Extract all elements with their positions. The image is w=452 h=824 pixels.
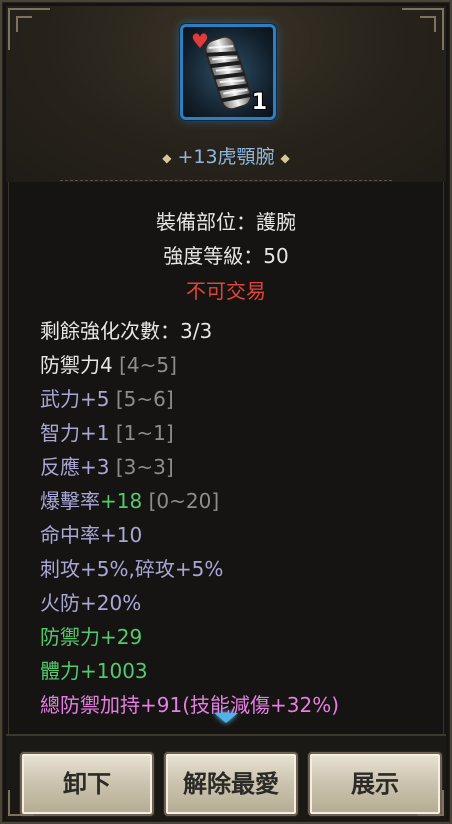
- stat-text: 剩餘強化次數：3/3: [40, 319, 213, 343]
- stat-text: 武力+5: [40, 387, 110, 411]
- stat-line: 剩餘強化次數：3/3: [40, 315, 212, 344]
- stat-text: 刺攻+5%,碎攻+5%: [40, 557, 224, 581]
- grade-level-text: 強度等級：50: [163, 244, 289, 268]
- equip-slot-text: 裝備部位：護腕: [156, 210, 296, 234]
- untradeable-text: 不可交易: [186, 279, 266, 303]
- item-name: +13虎顎腕: [177, 146, 275, 168]
- stat-line: 智力+1 [1~1]: [40, 417, 174, 446]
- item-icon-slot[interactable]: ♥ 1: [180, 24, 276, 120]
- stat-line: 防禦力4 [4~5]: [40, 349, 177, 378]
- stat-range: [1~1]: [115, 421, 174, 445]
- stat-line: 體力+1003: [40, 655, 148, 684]
- frame-corner-ornament: [8, 8, 50, 50]
- stat-bonus: +18: [100, 489, 143, 513]
- stat-line: 火防+20%: [40, 587, 141, 616]
- stat-range: [0~20]: [148, 489, 220, 513]
- stat-line: 刺攻+5%,碎攻+5%: [40, 553, 223, 582]
- stat-text: 命中率+10: [40, 523, 143, 547]
- diamond-icon: ◆: [280, 150, 290, 165]
- stat-text: 總防禦加持+91(技能減傷+32%): [40, 693, 340, 717]
- frame-corner-ornament: [8, 790, 34, 816]
- heart-icon: ♥: [191, 29, 209, 53]
- stat-line: 武力+5 [5~6]: [40, 383, 174, 412]
- stat-line: 命中率+10: [40, 519, 142, 548]
- stat-text: 反應+3: [40, 455, 110, 479]
- divider: [60, 180, 392, 181]
- stat-line: 總防禦加持+91(技能減傷+32%): [40, 689, 339, 718]
- frame-corner-ornament: [402, 8, 444, 50]
- stat-text: 智力+1: [40, 421, 110, 445]
- item-name-row: ◆ +13虎顎腕 ◆: [0, 142, 452, 169]
- stat-text: 體力+1003: [40, 659, 148, 683]
- stat-range: [3~3]: [115, 455, 174, 479]
- unfavorite-button[interactable]: 解除最愛: [164, 752, 298, 816]
- unequip-button[interactable]: 卸下: [20, 752, 154, 816]
- diamond-icon: ◆: [162, 150, 172, 165]
- frame-corner-ornament: [418, 790, 444, 816]
- stat-text: 防禦力+29: [40, 625, 143, 649]
- stat-line: 反應+3 [3~3]: [40, 451, 174, 480]
- stat-text: 爆擊率: [40, 489, 100, 513]
- stat-text: 防禦力4: [40, 353, 113, 377]
- stat-text: 火防+20%: [40, 591, 142, 615]
- scroll-down-arrow-icon[interactable]: [214, 713, 238, 723]
- stat-range: [5~6]: [115, 387, 174, 411]
- item-count: 1: [251, 90, 267, 115]
- stat-range: [4~5]: [119, 353, 177, 377]
- stat-line: 防禦力+29: [40, 621, 142, 650]
- stat-line: 爆擊率+18 [0~20]: [40, 485, 219, 514]
